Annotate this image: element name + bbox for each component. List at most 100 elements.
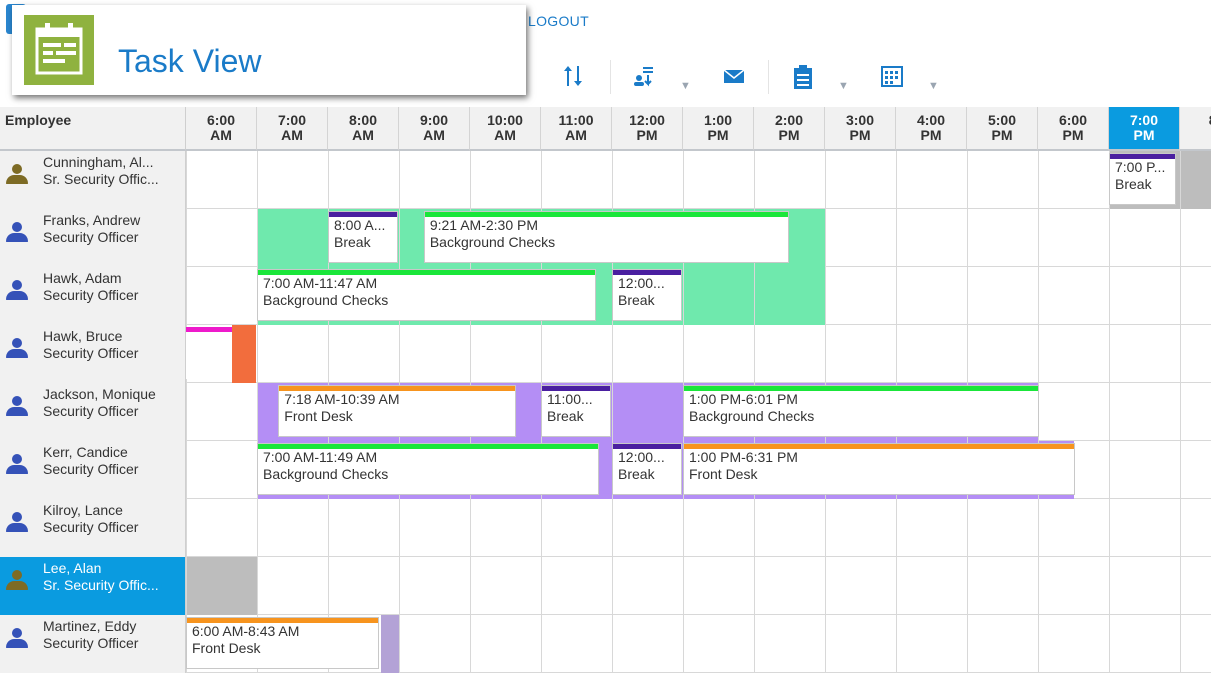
task-name: Front Desk [192, 640, 261, 656]
time-column-header[interactable]: 7:00 AM [257, 107, 328, 151]
chevron-down-icon[interactable]: ▼ [838, 72, 849, 100]
grid-line [896, 209, 897, 267]
task-name: Break [334, 234, 371, 250]
time-ampm-label: PM [1133, 127, 1155, 143]
person-icon [6, 512, 28, 534]
time-hour-label: 5:00 [987, 112, 1017, 128]
grid-line [399, 615, 400, 673]
time-column-header[interactable]: 10:00 AM [470, 107, 541, 151]
grid-line [825, 557, 826, 615]
time-ampm-label: AM [494, 127, 516, 143]
task-block[interactable]: 7:00 AM-11:49 AM Background Checks [257, 443, 600, 495]
employee-role: Sr. Security Offic... [43, 577, 159, 593]
time-column-header[interactable]: 8:P [1180, 107, 1211, 151]
grid-line [754, 267, 755, 325]
grid-line [399, 499, 400, 557]
time-column-header[interactable]: 5:00 PM [967, 107, 1038, 151]
employee-cell[interactable]: Franks, Andrew Security Officer [0, 209, 186, 267]
task-block[interactable]: 8:00 A... Break [328, 211, 398, 263]
time-column-header[interactable]: 6:00 AM [186, 107, 257, 151]
chevron-down-icon[interactable]: ▼ [928, 72, 939, 100]
employee-name: Franks, Andrew [43, 212, 141, 228]
time-hour-label: 6:00 [206, 112, 236, 128]
task-time: 12:00... [618, 275, 665, 291]
employee-row[interactable]: 7:18 AM-10:39 AM Front Desk 11:00... Break 1… [0, 383, 1211, 441]
employee-cell[interactable]: Jackson, Monique Security Officer [0, 383, 186, 441]
chevron-down-icon[interactable]: ▼ [680, 72, 691, 100]
task-block[interactable]: 9:21 AM-2:30 PM Background Checks [423, 211, 790, 263]
time-column-header[interactable]: 11:00 AM [541, 107, 612, 151]
employee-name: Kilroy, Lance [43, 502, 123, 518]
shift-block[interactable] [186, 557, 257, 615]
task-block[interactable]: 7:00 P... Break [1109, 153, 1177, 205]
employee-cell[interactable]: Cunningham, Al... Sr. Security Offic... [0, 151, 186, 209]
time-column-header[interactable]: 7:00 PM [1109, 107, 1180, 151]
task-block[interactable] [186, 327, 233, 379]
time-ampm-label: PM [778, 127, 800, 143]
employee-row[interactable]: 6:00 AM-8:43 AM Front Desk Martinez, Eddy S… [0, 615, 1211, 673]
grid-line [967, 267, 968, 325]
time-column-header[interactable]: 4:00 PM [896, 107, 967, 151]
grid-line [896, 615, 897, 673]
employee-row[interactable]: Kilroy, Lance Security Officer [0, 499, 1211, 557]
employee-row[interactable]: 8:00 A... Break 9:21 AM-2:30 PM Background … [0, 209, 1211, 267]
task-block[interactable]: 12:00... Break [612, 269, 682, 321]
task-block[interactable]: 11:00... Break [541, 385, 611, 437]
logout-link[interactable]: LOGOUT [528, 13, 589, 29]
task-color-bar [258, 270, 596, 275]
grid-line [1109, 267, 1110, 325]
task-block[interactable]: 7:18 AM-10:39 AM Front Desk [278, 385, 517, 437]
time-column-header[interactable]: 12:00 PM [612, 107, 683, 151]
assign-icon[interactable] [632, 64, 656, 95]
task-color-bar [279, 386, 516, 391]
employee-cell[interactable]: Kerr, Candice Security Officer [0, 441, 186, 499]
clipboard-icon[interactable] [792, 64, 814, 97]
employee-cell[interactable]: Kilroy, Lance Security Officer [0, 499, 186, 557]
time-column-header[interactable]: 1:00 PM [683, 107, 754, 151]
employee-column-header[interactable]: Employee [0, 107, 186, 151]
task-time: 12:00... [618, 449, 665, 465]
shift-block[interactable] [381, 615, 399, 673]
employee-cell[interactable]: Martinez, Eddy Security Officer [0, 615, 186, 673]
grid-line [399, 325, 400, 383]
grid-line [470, 557, 471, 615]
employee-row[interactable]: 7:00 AM-11:47 AM Background Checks 12:00..… [0, 267, 1211, 325]
person-icon [6, 222, 28, 244]
task-block[interactable]: 6:00 AM-8:43 AM Front Desk [186, 617, 380, 669]
time-column-header[interactable]: 6:00 PM [1038, 107, 1109, 151]
task-block[interactable]: 12:00... Break [612, 443, 682, 495]
person-icon [6, 338, 28, 360]
sort-icon[interactable] [563, 64, 583, 95]
employee-row[interactable]: Lee, Alan Sr. Security Offic... [0, 557, 1211, 615]
employee-row[interactable]: 7:00 P... Break Cunningham, Al... Sr. Secur… [0, 151, 1211, 209]
time-column-header[interactable]: 2:00 PM [754, 107, 825, 151]
time-hour-label: 6:00 [1058, 112, 1088, 128]
time-column-header[interactable]: 9:00 AM [399, 107, 470, 151]
employee-row[interactable]: Hawk, Bruce Security Officer [0, 325, 1211, 383]
task-block[interactable]: 1:00 PM-6:31 PM Front Desk [683, 443, 1075, 495]
employee-cell[interactable]: Hawk, Bruce Security Officer [0, 325, 186, 383]
time-ampm-label: PM [991, 127, 1013, 143]
schedule-grid: Employee 6:00 AM 7:00 AM 8:00 AM 9:00 AM 10:00 AM… [0, 107, 1211, 674]
employee-cell[interactable]: Hawk, Adam Security Officer [0, 267, 186, 325]
employee-row[interactable]: 7:00 AM-11:49 AM Background Checks 12:00..… [0, 441, 1211, 499]
calendar-grid-icon[interactable] [880, 64, 904, 95]
grid-line [754, 615, 755, 673]
task-view-popup[interactable]: Task View [12, 5, 526, 95]
employee-name: Hawk, Bruce [43, 328, 123, 344]
time-column-header[interactable]: 3:00 PM [825, 107, 896, 151]
grid-line [328, 325, 329, 383]
employee-cell[interactable]: Lee, Alan Sr. Security Offic... [0, 557, 186, 615]
shift-block[interactable] [232, 325, 256, 383]
time-hour-label: 7:00 [1129, 112, 1159, 128]
time-ampm-label: PM [707, 127, 729, 143]
mail-icon[interactable] [722, 64, 746, 95]
time-ampm-label: AM [210, 127, 232, 143]
task-block[interactable]: 1:00 PM-6:01 PM Background Checks [683, 385, 1040, 437]
grid-line [896, 499, 897, 557]
grid-line [541, 151, 542, 209]
employee-name: Martinez, Eddy [43, 618, 137, 634]
task-block[interactable]: 7:00 AM-11:47 AM Background Checks [257, 269, 597, 321]
employee-role: Security Officer [43, 403, 139, 419]
time-column-header[interactable]: 8:00 AM [328, 107, 399, 151]
